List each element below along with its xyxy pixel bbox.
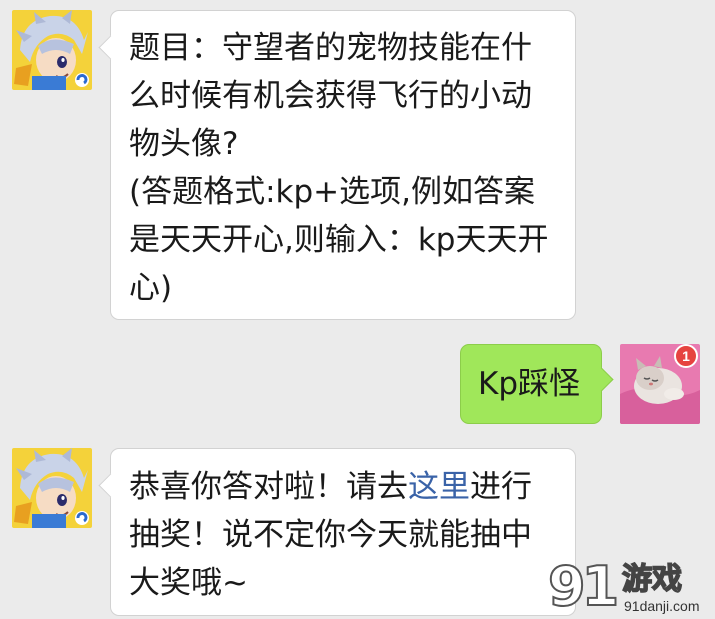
message-text: 恭喜你答对啦！请去 — [129, 469, 408, 505]
watermark-brand: 游戏 — [621, 562, 683, 597]
message-text-line: 心) — [129, 270, 173, 306]
incoming-message-bubble[interactable]: 题目：守望者的宠物技能在什 么时候有机会获得飞行的小动 物头像? (答题格式:k… — [110, 10, 576, 320]
lottery-link[interactable]: 这里 — [408, 469, 470, 505]
message-text: 进行 — [470, 469, 532, 505]
anime-character-avatar-icon — [12, 10, 92, 90]
bot-avatar[interactable] — [12, 448, 92, 528]
incoming-message-bubble[interactable]: 恭喜你答对啦！请去这里进行 抽奖！说不定你今天就能抽中 大奖哦~ — [110, 448, 576, 616]
unread-badge: 1 — [674, 344, 698, 368]
message-text-line: 物头像? — [129, 126, 239, 162]
message-text: Kp踩怪 — [478, 366, 581, 402]
bot-avatar[interactable] — [12, 10, 92, 90]
watermark-url: 91danji.com — [624, 598, 700, 614]
watermark-logo-number: 91 — [547, 555, 620, 618]
message-text-line: 么时候有机会获得飞行的小动 — [129, 78, 532, 114]
message-text-line: (答题格式:kp+选项,例如答案 — [129, 174, 535, 210]
message-text-line: 抽奖！说不定你今天就能抽中 — [129, 517, 532, 553]
message-text-line: 恭喜你答对啦！请去这里进行 — [129, 463, 559, 511]
outgoing-message-bubble[interactable]: Kp踩怪 — [460, 344, 602, 424]
message-text-line: 题目：守望者的宠物技能在什 — [129, 30, 532, 66]
message-text-line: 是天天开心,则输入：kp天天开 — [129, 222, 549, 258]
message-text-line: 大奖哦~ — [129, 565, 248, 601]
site-watermark: 91 游戏 91danji.com — [547, 555, 708, 618]
anime-character-avatar-icon — [12, 448, 92, 528]
